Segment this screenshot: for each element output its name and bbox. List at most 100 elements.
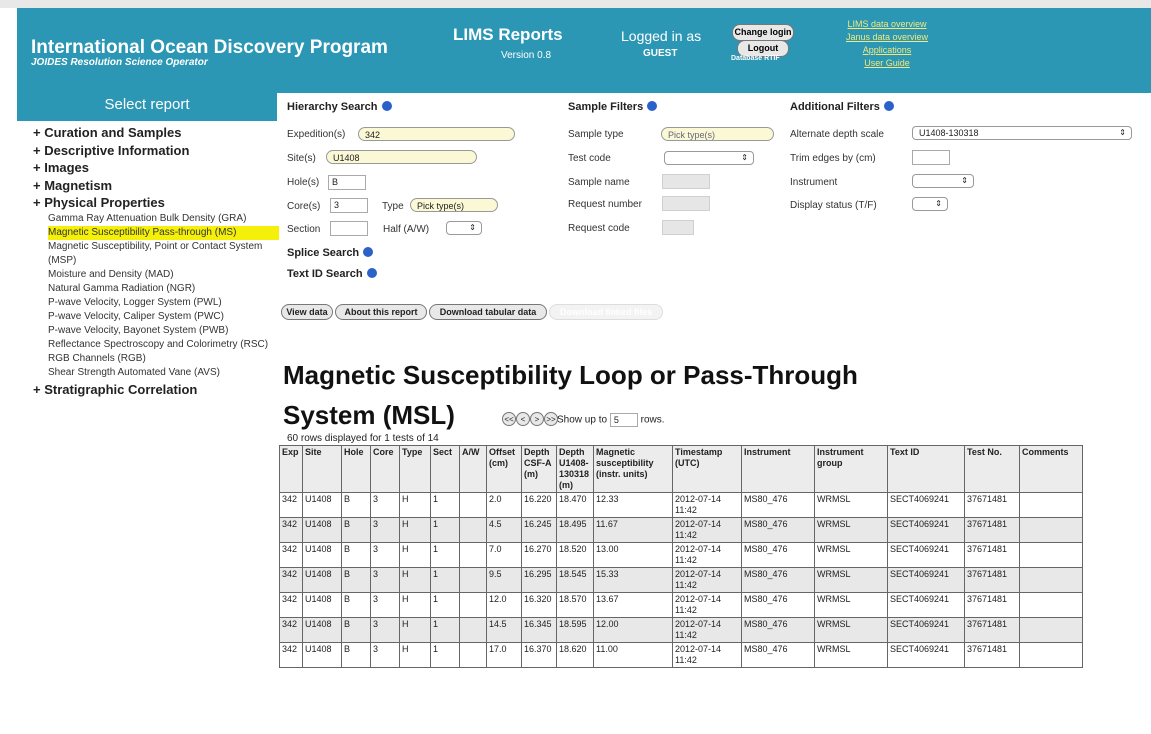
sidebar-category-images[interactable]: + Images [33,159,279,177]
alt-depth-select[interactable]: U1408-130318 ⇕ [912,126,1132,140]
col-depth-alt[interactable]: Depth U1408-130318 (m) [556,445,594,493]
sidebar-category-curation[interactable]: + Curation and Samples [33,124,279,142]
table-row[interactable]: 342 U1408 B 3 H 1 12.0 16.320 18.570 13.67 2012-07… [279,592,1083,618]
show-up-to-label: Show up to [557,414,608,426]
link-lims-data-overview[interactable]: LIMS data overview [817,18,957,31]
text-id-search-title[interactable]: Text ID Search [287,268,363,280]
sidebar-item-ms-selected[interactable]: Magnetic Susceptibility Pass-through (MS… [48,225,279,240]
col-type[interactable]: Type [399,445,431,493]
cell-sect: 1 [430,642,460,668]
sample-name-input[interactable] [662,174,710,189]
info-icon[interactable] [381,101,392,111]
change-login-button[interactable]: Change login [732,24,794,41]
sidebar-category-descriptive[interactable]: + Descriptive Information [33,142,279,160]
col-timestamp[interactable]: Timestamp (UTC) [672,445,742,493]
view-data-button[interactable]: View data [281,304,333,320]
cell-timestamp: 2012-07-14 11:42 [672,542,742,568]
cell-instrument-group: WRMSL [814,592,888,618]
rows-input[interactable]: 5 [609,413,638,427]
core-input[interactable]: 3 [330,198,368,213]
col-exp[interactable]: Exp [279,445,303,493]
col-core[interactable]: Core [370,445,400,493]
additional-filters-heading: Additional Filters [790,101,894,113]
hole-input[interactable]: B [328,175,366,190]
info-icon[interactable] [363,247,374,257]
cell-aw [459,617,487,643]
info-icon[interactable] [883,101,894,111]
sidebar-category-stratigraphic[interactable]: + Stratigraphic Correlation [33,381,279,399]
link-applications[interactable]: Applications [817,44,957,57]
half-select[interactable]: ⇕ [446,221,482,235]
cell-sect: 1 [430,567,460,593]
cell-type: H [399,592,431,618]
col-depth-csfa[interactable]: Depth CSF-A (m) [521,445,557,493]
text-id-search-heading: Text ID Search [287,268,377,280]
sample-type-picker[interactable]: Pick type(s) [661,127,774,141]
cell-test-no: 37671481 [964,492,1020,518]
col-mag-susc[interactable]: Magnetic susceptibility (instr. units) [593,445,673,493]
test-code-select[interactable]: ⇕ [664,151,754,165]
sidebar-item-pwl[interactable]: P-wave Velocity, Logger System (PWL) [48,296,279,310]
last-page-button[interactable]: >> [544,412,558,426]
col-aw[interactable]: A/W [459,445,487,493]
col-hole[interactable]: Hole [341,445,371,493]
sidebar-item-pwb[interactable]: P-wave Velocity, Bayonet System (PWB) [48,324,279,338]
sidebar-item-msp[interactable]: Magnetic Susceptibility, Point or Contac… [48,240,279,268]
expedition-input[interactable]: 342 [358,127,515,141]
cell-text-id: SECT4069241 [887,517,965,543]
sidebar-item-gra[interactable]: Gamma Ray Attenuation Bulk Density (GRA) [48,212,279,226]
table-row[interactable]: 342 U1408 B 3 H 1 9.5 16.295 18.545 15.33 2012-07-… [279,567,1083,593]
instrument-select[interactable]: ⇕ [912,174,974,188]
table-row[interactable]: 342 U1408 B 3 H 1 14.5 16.345 18.595 12.00 2012-07… [279,617,1083,643]
sidebar: + Curation and Samples + Descriptive Inf… [33,124,279,398]
info-icon[interactable] [366,268,377,278]
cell-depth-csfa: 16.220 [521,492,557,518]
request-number-input[interactable] [662,196,710,211]
about-report-button[interactable]: About this report [335,304,427,320]
sidebar-item-ngr[interactable]: Natural Gamma Radiation (NGR) [48,282,279,296]
col-test-no[interactable]: Test No. [964,445,1020,493]
display-status-select[interactable]: ⇕ [912,197,948,211]
download-tabular-button[interactable]: Download tabular data [429,304,547,320]
col-instrument[interactable]: Instrument [741,445,815,493]
type-picker[interactable]: Pick type(s) [410,198,498,212]
trim-input[interactable] [912,150,950,165]
splice-search-title[interactable]: Splice Search [287,247,359,259]
cell-hole: B [341,642,371,668]
cell-test-no: 37671481 [964,542,1020,568]
link-janus-data-overview[interactable]: Janus data overview [817,31,957,44]
database-label: Database RTIF [731,55,780,62]
sidebar-item-rgb[interactable]: RGB Channels (RGB) [48,352,279,366]
sidebar-item-rsc[interactable]: Reflectance Spectroscopy and Colorimetry… [48,338,279,352]
request-code-input[interactable] [662,220,694,235]
col-site[interactable]: Site [302,445,342,493]
site-label: Site(s) [287,153,316,164]
section-input[interactable] [330,221,368,236]
next-page-button[interactable]: > [530,412,544,426]
sidebar-item-mad[interactable]: Moisture and Density (MAD) [48,268,279,282]
sidebar-item-pwc[interactable]: P-wave Velocity, Caliper System (PWC) [48,310,279,324]
org-title: International Ocean Discovery Program [31,37,388,58]
table-row[interactable]: 342 U1408 B 3 H 1 17.0 16.370 18.620 11.00 2012-07… [279,642,1083,668]
table-row[interactable]: 342 U1408 B 3 H 1 2.0 16.220 18.470 12.33 2012-07-… [279,492,1083,518]
prev-page-button[interactable]: < [516,412,530,426]
app-header: International Ocean Discovery Program JO… [17,8,1151,93]
sidebar-item-avs[interactable]: Shear Strength Automated Vane (AVS) [48,366,279,380]
col-text-id[interactable]: Text ID [887,445,965,493]
col-offset[interactable]: Offset (cm) [486,445,522,493]
link-user-guide[interactable]: User Guide [817,57,957,70]
info-icon[interactable] [647,101,658,111]
site-input[interactable]: U1408 [326,150,477,164]
cell-hole: B [341,542,371,568]
sidebar-category-magnetism[interactable]: + Magnetism [33,177,279,195]
hole-label: Hole(s) [287,177,320,188]
sidebar-category-physical-properties[interactable]: + Physical Properties [33,194,279,212]
col-sect[interactable]: Sect [430,445,460,493]
col-instrument-group[interactable]: Instrument group [814,445,888,493]
table-row[interactable]: 342 U1408 B 3 H 1 4.5 16.245 18.495 11.67 2012-07-… [279,517,1083,543]
cell-hole: B [341,492,371,518]
sample-type-label: Sample type [568,129,624,140]
table-row[interactable]: 342 U1408 B 3 H 1 7.0 16.270 18.520 13.00 2012-07-… [279,542,1083,568]
col-comments[interactable]: Comments [1019,445,1083,493]
first-page-button[interactable]: << [502,412,516,426]
